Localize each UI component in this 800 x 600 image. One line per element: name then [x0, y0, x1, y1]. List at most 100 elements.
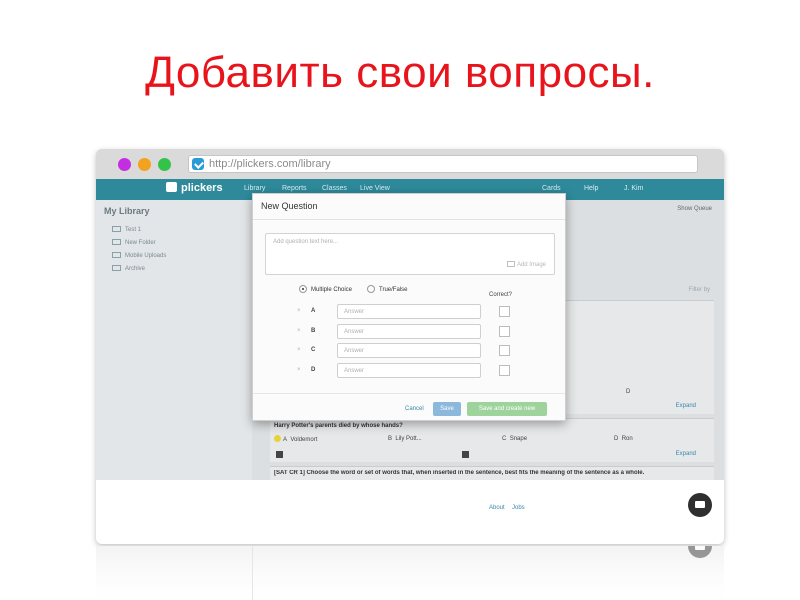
phone-icon [112, 252, 121, 258]
address-url: http://plickers.com/library [209, 158, 331, 170]
answer-row-a: × A Answer [297, 304, 547, 320]
radio-unselected-icon [367, 285, 375, 293]
nav-live-view[interactable]: Live View [360, 185, 390, 192]
answer-input[interactable]: Answer [337, 343, 481, 358]
sidebar-item-archive[interactable]: Archive [112, 265, 145, 272]
nav-help[interactable]: Help [584, 185, 598, 192]
jobs-link[interactable]: Jobs [512, 505, 525, 511]
cancel-button[interactable]: Cancel [405, 406, 424, 412]
logo-text: plickers [181, 182, 223, 194]
correct-answer-marker-icon [274, 435, 281, 442]
choice-d: D [626, 389, 631, 395]
plickers-logo[interactable]: plickers [166, 182, 223, 194]
answer-letter: C [311, 347, 316, 353]
sidebar-item-label: Test 1 [125, 227, 142, 233]
slide-title: Добавить свои вопросы. [145, 48, 655, 97]
remove-answer-icon[interactable]: × [297, 347, 301, 353]
answer-row-c: × C Answer [297, 343, 547, 359]
remove-answer-icon[interactable]: × [297, 367, 301, 373]
choice-letter: C [502, 436, 507, 442]
answer-row-b: × B Answer [297, 324, 547, 340]
folder-icon [112, 226, 121, 232]
question-card[interactable]: Harry Potter's parents died by whose han… [270, 418, 714, 462]
library-sidebar: My Library Test 1 New Folder Mobile Uplo… [96, 200, 252, 480]
choice-b: B Lily Pott... [388, 436, 422, 442]
sidebar-item-label: Archive [125, 266, 146, 272]
show-queue-button[interactable]: Show Queue [677, 206, 712, 212]
answer-letter: B [311, 328, 316, 334]
answer-placeholder: Answer [344, 368, 365, 374]
address-bar[interactable]: http://plickers.com/library [188, 155, 698, 173]
answer-input[interactable]: Answer [337, 324, 481, 339]
question-placeholder: Add question text here... [273, 239, 339, 245]
image-icon [506, 261, 515, 267]
filter-by-dropdown[interactable]: Filter by [689, 287, 710, 293]
correct-column-label: Correct? [489, 292, 513, 298]
question-card[interactable]: [SAT CR 1] Choose the word or set of wor… [270, 466, 714, 480]
reflection-fade [96, 546, 724, 600]
choice-text: Lily Pott... [395, 436, 422, 442]
archive-icon [112, 265, 121, 271]
radio-true-false[interactable]: True/False [367, 285, 407, 293]
remove-answer-icon[interactable]: × [297, 328, 301, 334]
radio-label: True/False [379, 287, 408, 293]
choice-text: Ron [621, 436, 633, 442]
save-button[interactable]: Save [433, 402, 461, 416]
answer-input[interactable]: Answer [337, 304, 481, 319]
choice-c: C Snape [502, 436, 527, 442]
modal-header: New Question [253, 194, 565, 220]
folder-icon [112, 239, 121, 245]
sidebar-title: My Library [104, 206, 150, 216]
browser-chrome: http://plickers.com/library [96, 149, 724, 179]
answer-placeholder: Answer [344, 309, 365, 315]
chat-icon[interactable] [688, 493, 712, 517]
browser-reflection [96, 546, 724, 600]
window-close-dot[interactable] [118, 158, 131, 171]
answer-input[interactable]: Answer [337, 363, 481, 378]
question-text: Harry Potter's parents died by whose han… [274, 423, 403, 429]
answer-letter: D [311, 367, 316, 373]
bar-chart-icon [462, 451, 469, 458]
modal-footer: Cancel Save Save and create new [253, 393, 565, 421]
window-maximize-dot[interactable] [158, 158, 171, 171]
expand-link[interactable]: Expand [676, 451, 696, 457]
plickers-logo-icon [166, 182, 177, 192]
sidebar-item-label: New Folder [125, 240, 156, 246]
modal-title: New Question [261, 201, 318, 211]
correct-checkbox[interactable] [499, 365, 510, 376]
correct-checkbox[interactable] [499, 306, 510, 317]
nav-classes[interactable]: Classes [322, 185, 347, 192]
expand-link[interactable]: Expand [676, 403, 696, 409]
nav-reports[interactable]: Reports [282, 185, 307, 192]
radio-multiple-choice[interactable]: Multiple Choice [299, 285, 352, 293]
correct-checkbox[interactable] [499, 326, 510, 337]
question-text-input[interactable]: Add question text here... Add Image [265, 233, 555, 275]
choice-letter: B [388, 436, 393, 442]
answer-letter: A [311, 308, 316, 314]
question-text: [SAT CR 1] Choose the word or set of wor… [274, 470, 645, 476]
choice-text: Voldemort [290, 437, 318, 443]
choice-letter: A [283, 437, 288, 443]
sidebar-item-label: Mobile Uploads [125, 253, 167, 259]
nav-cards[interactable]: Cards [542, 185, 561, 192]
add-image-button[interactable]: Add Image [506, 261, 546, 268]
window-minimize-dot[interactable] [138, 158, 151, 171]
new-question-modal: New Question Add question text here... A… [252, 193, 566, 421]
remove-answer-icon[interactable]: × [297, 308, 301, 314]
answer-row-d: × D Answer [297, 363, 547, 379]
answer-placeholder: Answer [344, 329, 365, 335]
radio-selected-icon [299, 285, 307, 293]
sidebar-item-mobile-uploads[interactable]: Mobile Uploads [112, 252, 166, 259]
reflection-divider [252, 546, 253, 600]
choice-a: A Voldemort [274, 435, 317, 443]
about-link[interactable]: About [489, 505, 505, 511]
correct-checkbox[interactable] [499, 345, 510, 356]
nav-user[interactable]: J. Kim [624, 185, 643, 192]
site-favicon-icon [192, 158, 204, 170]
nav-library[interactable]: Library [244, 185, 265, 192]
choice-letter: D [614, 436, 619, 442]
sidebar-item-test-1[interactable]: Test 1 [112, 226, 141, 233]
save-and-create-new-button[interactable]: Save and create new [467, 402, 547, 416]
sidebar-item-new-folder[interactable]: New Folder [112, 239, 156, 246]
radio-label: Multiple Choice [311, 287, 353, 293]
